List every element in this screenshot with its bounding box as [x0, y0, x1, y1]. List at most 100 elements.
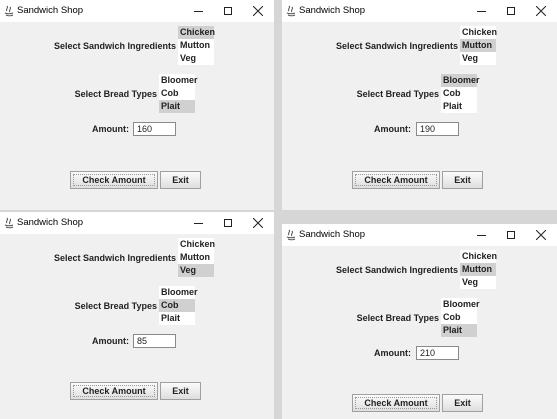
focus-ring — [73, 385, 155, 397]
bread-list[interactable]: Bloomer Cob Plait — [159, 286, 198, 325]
sandwich-shop-window: Sandwich Shop Select Sandwich Ingredient… — [0, 212, 274, 419]
minimize-icon — [193, 10, 203, 12]
bread-item[interactable]: Plait — [441, 100, 477, 113]
amount-label: Amount: — [374, 348, 411, 358]
title-bar[interactable]: Sandwich Shop — [0, 212, 274, 234]
maximize-icon — [224, 219, 232, 227]
minimize-button[interactable] — [467, 226, 495, 244]
maximize-button[interactable] — [214, 214, 242, 232]
window-title: Sandwich Shop — [299, 5, 366, 16]
ingredients-label: Select Sandwich Ingredients — [53, 41, 176, 51]
ingredients-list[interactable]: Chicken Mutton Veg — [460, 26, 497, 65]
ingredient-item[interactable]: Mutton — [178, 251, 214, 264]
java-app-icon — [4, 5, 14, 17]
window-title: Sandwich Shop — [17, 5, 84, 16]
ingredients-list[interactable]: Chicken Mutton Veg — [460, 250, 497, 289]
minimize-icon — [476, 234, 486, 236]
amount-field[interactable]: 160 — [133, 122, 176, 136]
ingredient-item[interactable]: Chicken — [178, 238, 215, 251]
minimize-icon — [193, 222, 203, 224]
maximize-icon — [507, 7, 515, 15]
maximize-button[interactable] — [214, 2, 242, 20]
check-amount-button[interactable]: Check Amount — [70, 382, 158, 400]
sandwich-shop-window: Sandwich Shop Select Sandwich Ingredient… — [282, 224, 557, 419]
bread-item[interactable]: Cob — [441, 87, 477, 100]
check-amount-button[interactable]: Check Amount — [70, 171, 158, 189]
minimize-button[interactable] — [184, 2, 212, 20]
exit-button[interactable]: Exit — [160, 171, 201, 189]
maximize-button[interactable] — [497, 226, 525, 244]
ingredients-label: Select Sandwich Ingredients — [335, 265, 458, 275]
bread-list[interactable]: Bloomer Cob Plait — [441, 74, 480, 113]
bread-item[interactable]: Bloomer — [441, 74, 480, 87]
amount-label: Amount: — [92, 124, 129, 134]
bread-list[interactable]: Bloomer Cob Plait — [159, 74, 198, 113]
exit-button[interactable]: Exit — [442, 394, 483, 412]
title-bar[interactable]: Sandwich Shop — [282, 0, 557, 22]
bread-item[interactable]: Cob — [159, 299, 195, 312]
bread-item[interactable]: Plait — [159, 312, 195, 325]
amount-label: Amount: — [92, 336, 129, 346]
ingredient-item[interactable]: Chicken — [460, 250, 497, 263]
check-amount-button[interactable]: Check Amount — [352, 171, 440, 189]
ingredient-item[interactable]: Mutton — [460, 263, 496, 276]
ingredient-item[interactable]: Chicken — [178, 26, 215, 39]
amount-field[interactable]: 85 — [133, 334, 176, 348]
exit-button[interactable]: Exit — [442, 171, 483, 189]
amount-label: Amount: — [374, 124, 411, 134]
ingredient-item[interactable]: Mutton — [460, 39, 496, 52]
minimize-icon — [476, 10, 486, 12]
java-app-icon — [4, 217, 14, 229]
maximize-icon — [224, 7, 232, 15]
close-button[interactable] — [527, 226, 555, 244]
ingredients-list[interactable]: Chicken Mutton Veg — [178, 238, 215, 277]
ingredients-list[interactable]: Chicken Mutton Veg — [178, 26, 215, 65]
java-app-icon — [286, 229, 296, 241]
bread-label: Select Bread Types — [356, 313, 439, 323]
window-title: Sandwich Shop — [299, 229, 366, 240]
bread-list[interactable]: Bloomer Cob Plait — [441, 298, 480, 337]
java-app-icon — [286, 5, 296, 17]
maximize-button[interactable] — [497, 2, 525, 20]
ingredients-label: Select Sandwich Ingredients — [335, 41, 458, 51]
ingredients-label: Select Sandwich Ingredients — [53, 253, 176, 263]
title-bar[interactable]: Sandwich Shop — [0, 0, 274, 22]
focus-ring — [355, 397, 437, 409]
close-button[interactable] — [244, 214, 272, 232]
amount-field[interactable]: 190 — [416, 122, 459, 136]
bread-item[interactable]: Bloomer — [159, 74, 198, 87]
check-amount-button[interactable]: Check Amount — [352, 394, 440, 412]
title-bar[interactable]: Sandwich Shop — [282, 224, 557, 246]
ingredient-item[interactable]: Veg — [178, 52, 214, 65]
close-button[interactable] — [527, 2, 555, 20]
bread-label: Select Bread Types — [74, 89, 157, 99]
bread-item[interactable]: Bloomer — [159, 286, 198, 299]
maximize-icon — [507, 231, 515, 239]
focus-ring — [73, 174, 155, 186]
sandwich-shop-window: Sandwich Shop Select Sandwich Ingredient… — [282, 0, 557, 210]
ingredient-item[interactable]: Veg — [460, 276, 496, 289]
bread-item[interactable]: Bloomer — [441, 298, 480, 311]
bread-label: Select Bread Types — [356, 89, 439, 99]
close-icon — [536, 6, 546, 16]
bread-label: Select Bread Types — [74, 301, 157, 311]
close-icon — [253, 6, 263, 16]
bread-item[interactable]: Cob — [159, 87, 195, 100]
minimize-button[interactable] — [184, 214, 212, 232]
bread-item[interactable]: Plait — [159, 100, 195, 113]
sandwich-shop-window: Sandwich Shop Select Sandwich Ingredient… — [0, 0, 274, 210]
close-button[interactable] — [244, 2, 272, 20]
minimize-button[interactable] — [467, 2, 495, 20]
close-icon — [253, 218, 263, 228]
close-icon — [536, 230, 546, 240]
ingredient-item[interactable]: Veg — [178, 264, 214, 277]
window-title: Sandwich Shop — [17, 217, 84, 228]
ingredient-item[interactable]: Mutton — [178, 39, 214, 52]
bread-item[interactable]: Cob — [441, 311, 477, 324]
ingredient-item[interactable]: Chicken — [460, 26, 497, 39]
bread-item[interactable]: Plait — [441, 324, 477, 337]
ingredient-item[interactable]: Veg — [460, 52, 496, 65]
amount-field[interactable]: 210 — [416, 346, 459, 360]
focus-ring — [355, 174, 437, 186]
exit-button[interactable]: Exit — [160, 382, 201, 400]
